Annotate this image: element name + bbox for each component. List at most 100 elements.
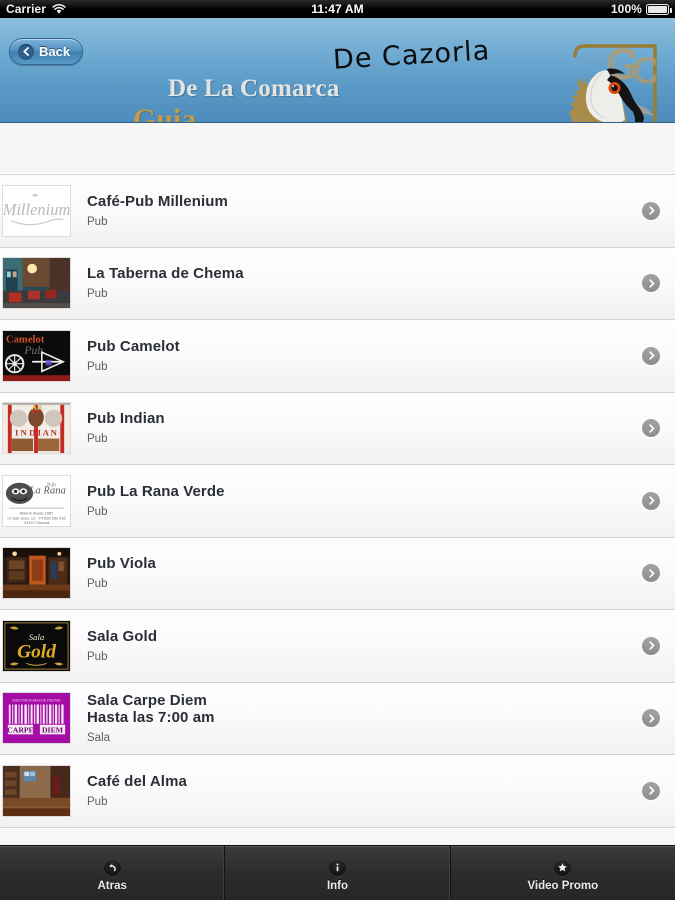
row-title-line: Pub La Rana Verde <box>87 482 225 500</box>
thumb-la-taberna-de-chema <box>2 257 71 310</box>
table-row[interactable]: La Rana Pub Abierto desde 1987 C/ San Ju… <box>0 465 675 538</box>
svg-text:C/ San Juan, 12 - Tlf 628 592: C/ San Juan, 12 - Tlf 628 592 416 <box>7 516 65 520</box>
row-text-block: Café del Alma Pub <box>87 773 634 809</box>
thumb-sala-carpe-diem: DISCOTECA SALA DE FIESTAS CARPE DIEM <box>2 692 71 745</box>
chevron-right-icon[interactable] <box>642 636 660 655</box>
table-row[interactable]: DISCOTECA SALA DE FIESTAS CARPE DIEM Sal… <box>0 682 675 755</box>
chevron-right-icon[interactable] <box>642 781 660 800</box>
row-text-block: Sala Gold Pub <box>87 628 634 664</box>
toolbar-video-promo-label: Video Promo <box>527 879 599 892</box>
svg-text:Pub: Pub <box>23 344 43 357</box>
table-row[interactable]: Camelot Pub Pub Camelot Pub <box>0 320 675 393</box>
bearded-vulture-logo-icon: G C <box>555 34 667 122</box>
row-title: Café-Pub Millenium <box>87 193 634 210</box>
bottom-toolbar: Atras Info Video Promo <box>0 845 675 900</box>
svg-text:CARPE: CARPE <box>7 726 34 735</box>
row-title-line: Pub Viola <box>87 555 156 573</box>
row-title-line: Hasta las 7:00 am <box>87 708 215 726</box>
row-title: Sala Gold <box>87 628 634 645</box>
star-circle-icon <box>554 858 572 876</box>
chevron-right-icon[interactable] <box>642 491 660 510</box>
row-title: Café del Alma <box>87 773 634 790</box>
chevron-right-icon[interactable] <box>642 709 660 728</box>
back-arrow-circle-icon <box>103 858 121 876</box>
row-subtitle: Pub <box>87 433 108 446</box>
status-bar: Carrier 11:47 AM 100% <box>0 0 675 18</box>
svg-text:C: C <box>633 50 657 90</box>
svg-text:DISCOTECA SALA DE FIESTAS: DISCOTECA SALA DE FIESTAS <box>13 699 62 703</box>
svg-text:Pub: Pub <box>47 482 56 488</box>
row-text-block: La Taberna de Chema Pub <box>87 265 634 301</box>
row-title: Pub Camelot <box>87 338 634 355</box>
thumb-pub-viola <box>2 547 71 600</box>
row-text-block: Sala Carpe Diem Hasta las 7:00 am Sala <box>87 692 634 745</box>
row-subtitle: Pub <box>87 578 108 591</box>
wifi-icon <box>52 3 66 15</box>
thumb-cafe-del-alma <box>2 764 71 817</box>
table-row[interactable]: Pub Viola Pub <box>0 537 675 610</box>
table-row[interactable]: La Taberna de Chema Pub <box>0 247 675 320</box>
row-text-block: Pub La Rana Verde Pub <box>87 483 634 519</box>
row-title: La Taberna de Chema <box>87 265 634 282</box>
list-scroll-area[interactable]: Millenium Café-Pub Millenium Pub La Taber… <box>0 123 675 845</box>
row-title: Sala Carpe Diem Hasta las 7:00 am <box>87 692 634 726</box>
row-subtitle: Pub <box>87 650 108 663</box>
row-title: Pub Indian <box>87 410 634 427</box>
list-section-header <box>0 123 675 175</box>
venue-list: Millenium Café-Pub Millenium Pub La Taber… <box>0 175 675 828</box>
chevron-right-icon[interactable] <box>642 274 660 293</box>
row-subtitle: Pub <box>87 360 108 373</box>
toolbar-atras[interactable]: Atras <box>0 846 226 900</box>
svg-text:Abierto desde 1987: Abierto desde 1987 <box>20 511 54 515</box>
thumb-pub-indian: I N D I A N <box>2 402 71 455</box>
svg-text:23470 Cazorla: 23470 Cazorla <box>24 521 50 525</box>
row-subtitle: Pub <box>87 795 108 808</box>
chevron-right-icon[interactable] <box>642 346 660 365</box>
toolbar-info[interactable]: Info <box>225 846 451 900</box>
chevron-right-icon[interactable] <box>642 419 660 438</box>
chevron-right-icon[interactable] <box>642 201 660 220</box>
carrier-label: Carrier <box>6 2 47 16</box>
thumb-pub-camelot: Camelot Pub <box>2 329 71 382</box>
brand-de-la-comarca: De La Comarca <box>168 75 340 102</box>
row-title-line: Café-Pub Millenium <box>87 192 228 210</box>
svg-text:Millenium: Millenium <box>3 200 70 219</box>
brand-guia: Guia <box>133 103 197 123</box>
row-title: Pub Viola <box>87 555 634 572</box>
toolbar-info-label: Info <box>326 879 349 892</box>
row-subtitle: Pub <box>87 288 108 301</box>
row-title: Pub La Rana Verde <box>87 483 634 500</box>
table-row[interactable]: Sala Gold Sala Gold Pub <box>0 610 675 683</box>
chevron-right-icon[interactable] <box>642 564 660 583</box>
row-title-line: La Taberna de Chema <box>87 265 244 283</box>
row-text-block: Pub Camelot Pub <box>87 338 634 374</box>
status-bar-right: 100% <box>610 2 672 16</box>
brand-de-cazorla: De Cazorla <box>332 35 492 76</box>
app-window: Carrier 11:47 AM 100% Back De Cazorla De… <box>0 0 675 900</box>
battery-full-icon <box>646 3 672 15</box>
status-bar-left: Carrier <box>6 2 66 16</box>
table-row[interactable]: Millenium Café-Pub Millenium Pub <box>0 175 675 248</box>
table-row[interactable]: Café del Alma Pub <box>0 755 675 828</box>
svg-text:DIEM: DIEM <box>42 726 64 735</box>
battery-percent-label: 100% <box>610 2 642 16</box>
row-title-line: Sala Gold <box>87 627 158 645</box>
thumb-cafe-pub-millenium: Millenium <box>2 184 71 237</box>
thumb-pub-la-rana-verde: La Rana Pub Abierto desde 1987 C/ San Ju… <box>2 474 71 527</box>
row-text-block: Café-Pub Millenium Pub <box>87 193 634 229</box>
row-title-line: Pub Camelot <box>87 337 180 355</box>
table-row[interactable]: I N D I A N Pub Indian Pub <box>0 392 675 465</box>
row-subtitle: Pub <box>87 505 108 518</box>
thumb-sala-gold: Sala Gold <box>2 619 71 672</box>
row-title-line: Café del Alma <box>87 772 187 790</box>
row-text-block: Pub Indian Pub <box>87 410 634 446</box>
toolbar-atras-label: Atras <box>97 879 127 892</box>
svg-text:I N D I A N: I N D I A N <box>15 428 58 438</box>
svg-text:Gold: Gold <box>17 641 56 662</box>
info-circle-icon <box>328 858 346 876</box>
row-text-block: Pub Viola Pub <box>87 555 634 591</box>
row-title-line: Pub Indian <box>87 410 165 428</box>
row-subtitle: Pub <box>87 215 108 228</box>
toolbar-video-promo[interactable]: Video Promo <box>451 846 675 900</box>
row-title-line: Sala Carpe Diem <box>87 691 207 709</box>
